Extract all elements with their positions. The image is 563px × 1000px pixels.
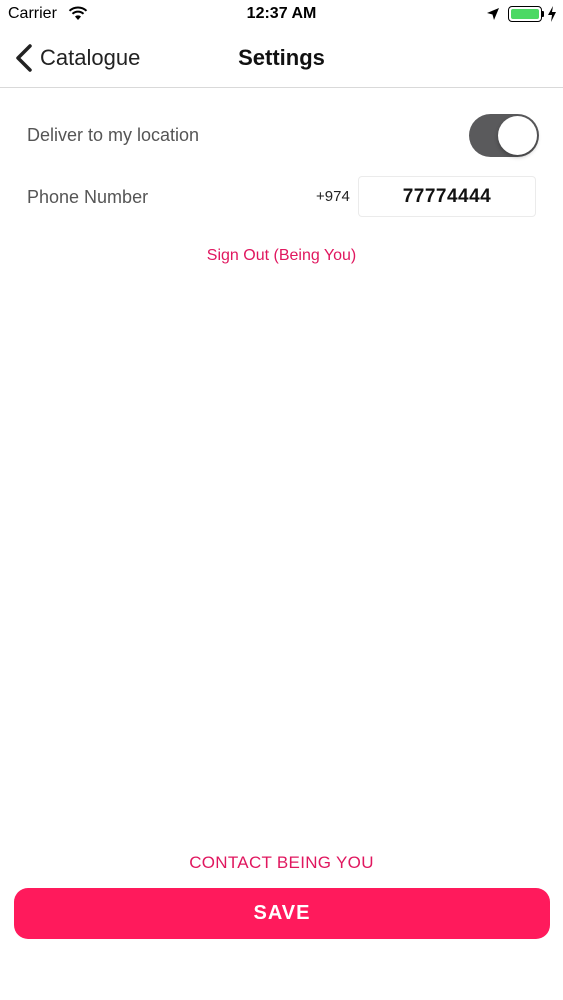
- battery-fill: [511, 9, 539, 19]
- phone-number-label: Phone Number: [27, 187, 149, 207]
- country-code: +974: [316, 188, 350, 205]
- status-bar: Carrier 12:37 AM: [0, 0, 563, 30]
- deliver-location-toggle[interactable]: [469, 114, 539, 157]
- battery-icon: [508, 6, 542, 22]
- contact-link[interactable]: CONTACT BEING YOU: [0, 853, 563, 873]
- battery-cap: [542, 11, 544, 17]
- page-title: Settings: [238, 45, 325, 70]
- navigation-bar: Catalogue Settings: [0, 30, 563, 88]
- toggle-knob: [498, 116, 537, 155]
- sign-out-link[interactable]: Sign Out (Being You): [0, 247, 563, 265]
- charging-bolt-icon: [548, 6, 556, 22]
- phone-number-input[interactable]: [358, 176, 536, 217]
- save-button[interactable]: SAVE: [14, 888, 550, 939]
- location-arrow-icon: [487, 8, 499, 20]
- clock: 12:37 AM: [246, 5, 317, 22]
- deliver-location-label: Deliver to my location: [27, 125, 200, 145]
